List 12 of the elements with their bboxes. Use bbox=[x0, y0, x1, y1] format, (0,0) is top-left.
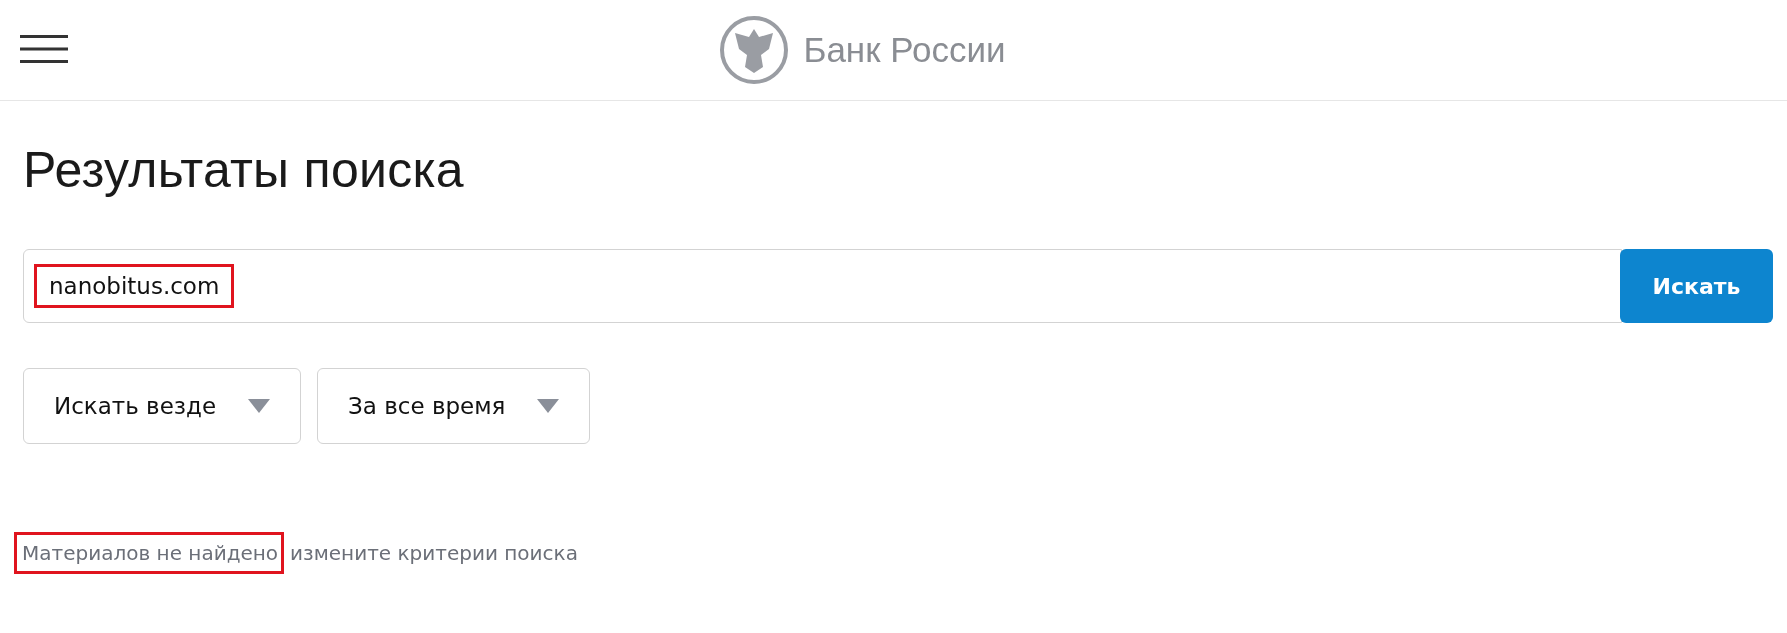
eagle-emblem-icon bbox=[719, 15, 790, 85]
no-results-message: Материалов не найдено bbox=[14, 532, 285, 574]
menu-icon[interactable] bbox=[20, 35, 68, 63]
logo-text: Банк России bbox=[803, 30, 1006, 70]
search-field[interactable]: nanobitus.com bbox=[23, 249, 1622, 323]
hint-text: измените критерии поиска bbox=[290, 541, 578, 565]
filter-dropdown[interactable]: За все время bbox=[317, 368, 591, 444]
filter-dropdown[interactable]: Искать везде bbox=[23, 368, 302, 444]
caret-icon bbox=[537, 399, 560, 413]
search-button[interactable]: Искать bbox=[1620, 249, 1773, 323]
page-title: Результаты поиска bbox=[23, 141, 465, 199]
caret-icon bbox=[248, 399, 271, 413]
